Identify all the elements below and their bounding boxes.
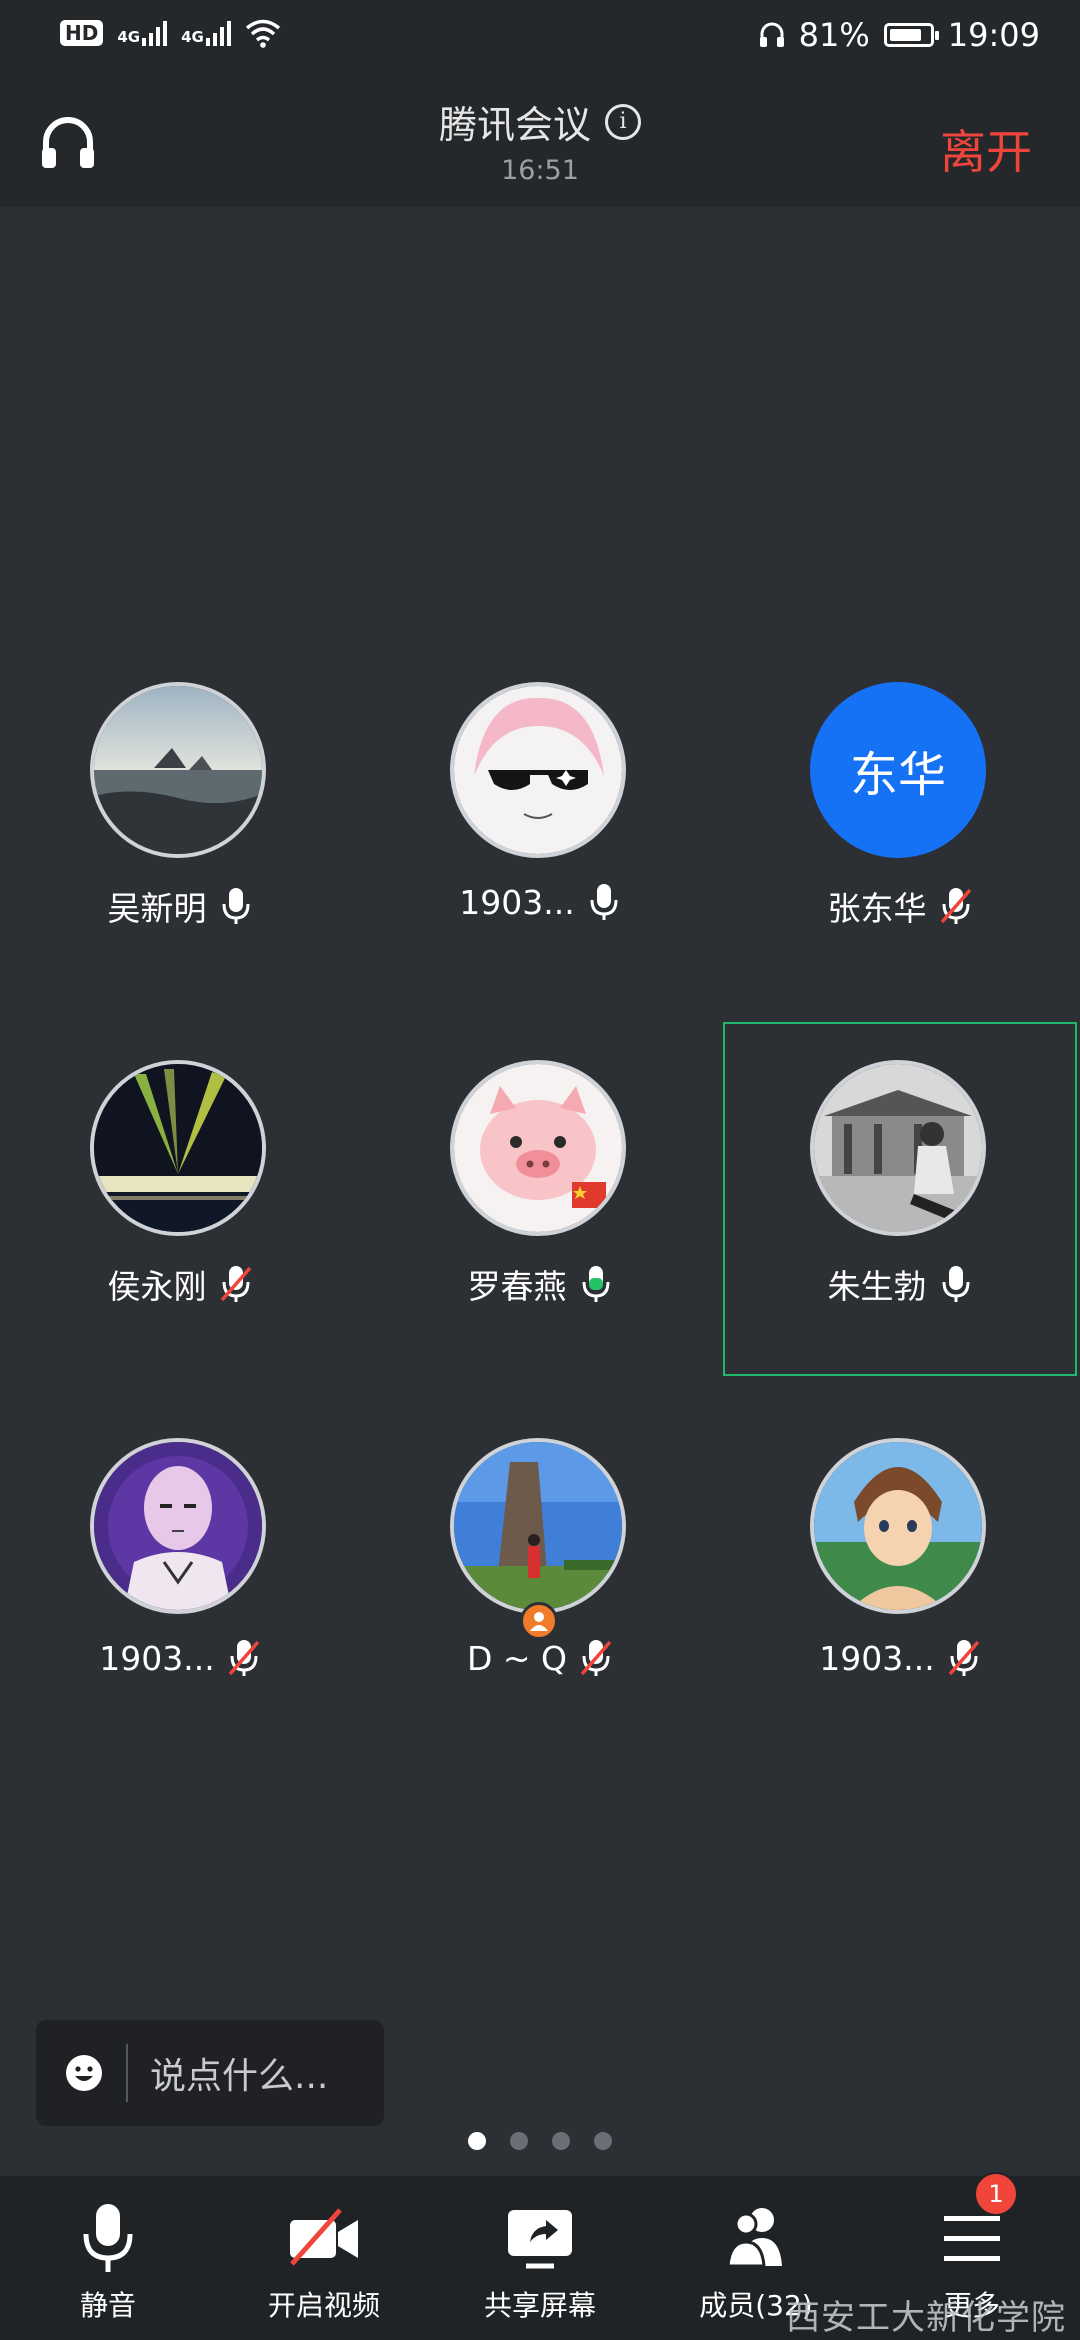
info-icon[interactable]: i bbox=[605, 103, 641, 140]
avatar: 东华 bbox=[810, 682, 986, 858]
meeting-title-text: 腾讯会议 bbox=[438, 103, 591, 147]
title-wrap: 腾讯会议 i 16:51 bbox=[0, 94, 1080, 186]
avatar bbox=[450, 1438, 626, 1614]
participant-tile[interactable]: 1903... bbox=[360, 670, 720, 1030]
meeting-title[interactable]: 腾讯会议 i bbox=[439, 94, 641, 149]
page-dot-active[interactable] bbox=[468, 2132, 486, 2150]
meeting-timer: 16:51 bbox=[501, 155, 579, 186]
page-dot[interactable] bbox=[594, 2132, 612, 2150]
mic-on-icon bbox=[942, 1266, 969, 1302]
avatar bbox=[90, 1438, 266, 1614]
hd-badge: HD bbox=[60, 20, 104, 46]
headphone-status-icon bbox=[759, 22, 784, 47]
mute-label: 静音 bbox=[79, 2289, 136, 2322]
mic-muted-icon bbox=[580, 1640, 612, 1676]
status-bar: HD 4G 4G 81% 19:09 bbox=[0, 0, 1080, 72]
members-icon bbox=[726, 2208, 782, 2268]
screen-share-badge-icon bbox=[520, 1602, 558, 1640]
avatar bbox=[810, 1438, 986, 1614]
name-row: 罗春燕 bbox=[360, 1260, 720, 1308]
notification-badge: 1 bbox=[974, 2172, 1018, 2216]
start-video-label: 开启视频 bbox=[267, 2289, 380, 2322]
mic-on-icon bbox=[590, 884, 618, 920]
avatar bbox=[90, 682, 266, 858]
share-screen-label: 共享屏幕 bbox=[483, 2289, 596, 2322]
start-video-button[interactable]: 开启视频 bbox=[216, 2176, 432, 2340]
share-screen-icon bbox=[508, 2210, 572, 2269]
signal-1-icon: 4G bbox=[117, 20, 168, 46]
watermark-text: 西安工大新化学院 bbox=[786, 2298, 1066, 2338]
name-row: 1903... bbox=[720, 1638, 1080, 1678]
participant-name: 1903... bbox=[459, 882, 575, 922]
battery-percent: 81% bbox=[798, 16, 870, 54]
net-type-1: 4G bbox=[117, 28, 141, 46]
signal-2-icon: 4G bbox=[181, 20, 231, 46]
participant-tile[interactable]: 罗春燕 bbox=[360, 1048, 720, 1408]
participant-name: 侯永刚 bbox=[107, 1267, 207, 1306]
name-row: 1903... bbox=[360, 882, 720, 922]
mic-muted-icon bbox=[940, 888, 971, 924]
clock: 19:09 bbox=[947, 16, 1040, 54]
participant-tile[interactable]: 朱生勃 bbox=[720, 1048, 1080, 1408]
participant-tile[interactable]: 吴新明 bbox=[0, 670, 360, 1030]
participant-name: 朱生勃 bbox=[827, 1267, 927, 1306]
participant-name: D ~ Q bbox=[466, 1638, 567, 1678]
microphone-icon bbox=[83, 2204, 133, 2272]
wifi-icon bbox=[245, 19, 280, 48]
name-row: 朱生勃 bbox=[720, 1260, 1080, 1308]
participant-name: 罗春燕 bbox=[467, 1267, 567, 1306]
participant-tile[interactable]: 1903... bbox=[720, 1426, 1080, 1786]
name-row: 侯永刚 bbox=[0, 1260, 360, 1308]
participant-name: 1903... bbox=[99, 1638, 215, 1678]
avatar bbox=[90, 1060, 266, 1236]
page-dot[interactable] bbox=[552, 2132, 570, 2150]
chat-divider bbox=[126, 2044, 128, 2102]
mute-button[interactable]: 静音 bbox=[0, 2176, 216, 2340]
page-indicator[interactable] bbox=[0, 2132, 1080, 2150]
avatar bbox=[450, 1060, 626, 1236]
participant-name: 1903... bbox=[819, 1638, 935, 1678]
avatar bbox=[810, 1060, 986, 1236]
chat-placeholder: 说点什么... bbox=[150, 2056, 329, 2097]
emoji-icon[interactable] bbox=[64, 2053, 104, 2093]
mic-muted-icon bbox=[228, 1640, 260, 1676]
mic-speaking-icon bbox=[582, 1266, 609, 1302]
video-off-icon bbox=[290, 2208, 358, 2266]
page-dot[interactable] bbox=[510, 2132, 528, 2150]
status-left: HD 4G 4G bbox=[60, 18, 281, 48]
leave-button[interactable]: 离开 bbox=[940, 116, 1032, 182]
mic-on-icon bbox=[222, 888, 249, 924]
share-screen-button[interactable]: 共享屏幕 bbox=[432, 2176, 648, 2340]
name-row: 吴新明 bbox=[0, 882, 360, 930]
mic-muted-icon bbox=[220, 1266, 251, 1302]
net-type-2: 4G bbox=[181, 28, 204, 46]
name-row: 1903... bbox=[0, 1638, 360, 1678]
participant-name: 张东华 bbox=[827, 889, 927, 928]
name-row: D ~ Q bbox=[360, 1638, 720, 1678]
mic-muted-icon bbox=[948, 1640, 980, 1676]
participant-tile[interactable]: 东华 张东华 bbox=[720, 670, 1080, 1030]
participant-name: 吴新明 bbox=[107, 889, 207, 928]
participant-tile[interactable]: 1903... bbox=[0, 1426, 360, 1786]
battery-icon bbox=[883, 23, 939, 47]
participant-tile[interactable]: 侯永刚 bbox=[0, 1048, 360, 1408]
status-right: 81% 19:09 bbox=[759, 16, 1040, 54]
meeting-header: 腾讯会议 i 16:51 离开 bbox=[0, 72, 1080, 207]
chat-input[interactable]: 说点什么... bbox=[36, 2020, 384, 2126]
participant-tile[interactable]: D ~ Q bbox=[360, 1426, 720, 1786]
avatar bbox=[450, 682, 626, 858]
name-row: 张东华 bbox=[720, 882, 1080, 930]
